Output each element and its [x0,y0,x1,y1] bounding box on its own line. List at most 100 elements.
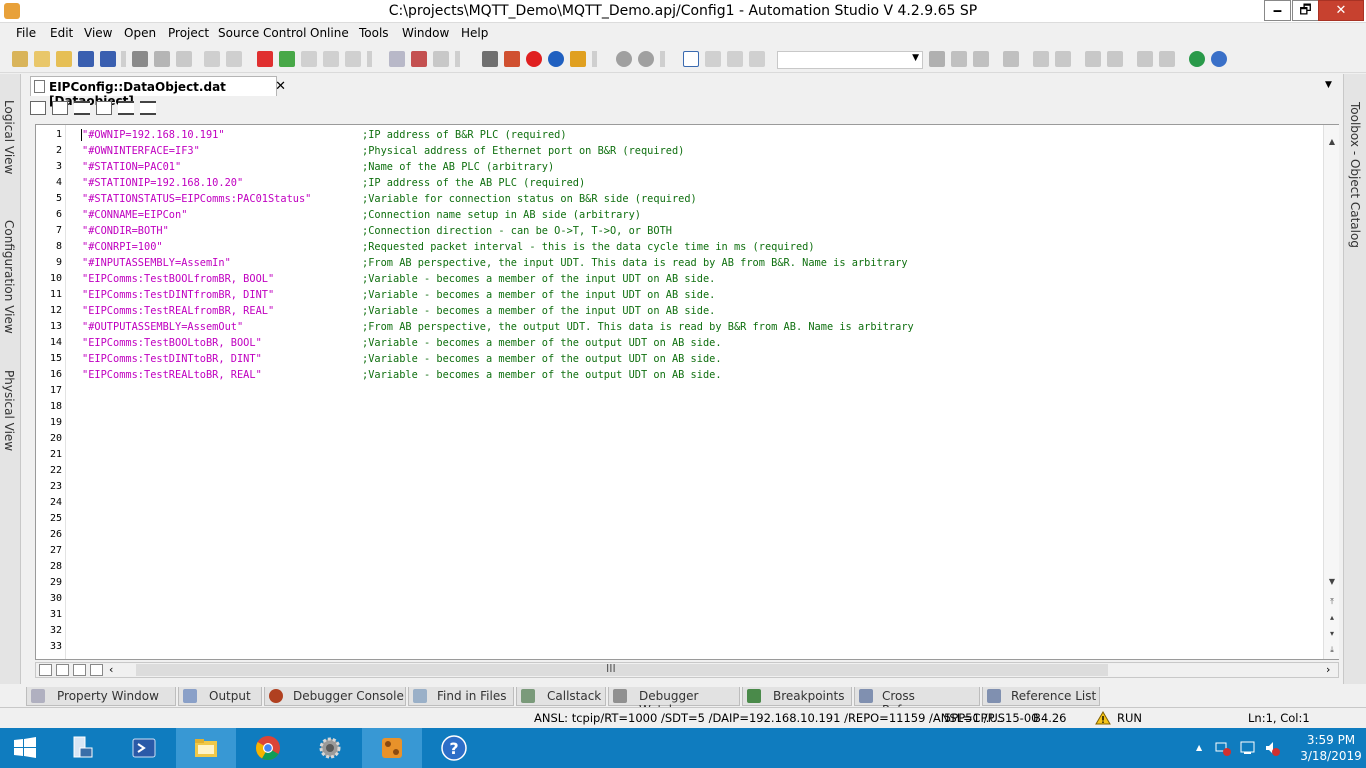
menu-project[interactable]: Project [168,26,209,40]
code-line[interactable]: "#INPUTASSEMBLY=AssemIn" ;From AB perspec… [82,255,1322,271]
view-mode-3-icon[interactable] [73,664,86,676]
code-line[interactable]: "#STATION=PAC01" ;Name of the AB PLC (arb… [82,159,1322,175]
window-icon[interactable] [683,51,699,67]
scroll-up-icon[interactable]: ▲ [1325,135,1339,149]
save-icon[interactable] [78,51,94,67]
horizontal-scroll-thumb[interactable] [136,664,1108,676]
menu-file[interactable]: File [16,26,36,40]
volume-icon[interactable] [1264,740,1280,756]
stop-icon[interactable] [526,51,542,67]
code-line[interactable]: "#OWNIP=192.168.10.191" ;IP address of B&… [82,127,1322,143]
code-line[interactable]: "#STATIONIP=192.168.10.20" ;IP address of… [82,175,1322,191]
sort-down-icon[interactable] [1033,51,1049,67]
menu-view[interactable]: View [84,26,112,40]
grid-icon[interactable] [389,51,405,67]
code-line[interactable]: "EIPComms:TestDINTfromBR, DINT" ;Variable… [82,287,1322,303]
comment-icon[interactable] [727,51,743,67]
scroll-bottom-icon[interactable]: ⤓ [1325,643,1339,657]
redo-icon[interactable] [226,51,242,67]
transfer-icon[interactable] [411,51,427,67]
close-button[interactable]: ✕ [1318,0,1364,21]
page-up-icon[interactable]: ▴ [1325,611,1339,625]
system-clock[interactable]: 3:59 PM 3/18/2019 [1296,732,1366,764]
find-next-icon[interactable] [951,51,967,67]
code-line[interactable]: "#CONDIR=BOTH" ;Connection direction - ca… [82,223,1322,239]
taskbar-file-manager[interactable] [52,728,112,768]
code-lines[interactable]: "#OWNIP=192.168.10.191" ;IP address of B&… [82,127,1322,383]
code-line[interactable]: "#OWNINTERFACE=IF3" ;Physical address of … [82,143,1322,159]
scroll-top-icon[interactable]: ⤒ [1325,595,1339,609]
traffic-light-icon[interactable] [570,51,586,67]
taskbar-powershell[interactable] [114,728,174,768]
monitor-icon[interactable] [482,51,498,67]
start-button[interactable] [0,728,52,768]
menu-source-control[interactable]: Source Control [218,26,306,40]
taskbar-help[interactable]: ? [424,728,484,768]
scroll-right-icon[interactable]: › [1326,663,1330,676]
arrow-up-icon[interactable] [1085,51,1101,67]
page-down-icon[interactable]: ▾ [1325,627,1339,641]
menu-help[interactable]: Help [461,26,488,40]
delete-icon[interactable] [257,51,273,67]
chevron-down-icon[interactable]: ▼ [912,53,919,63]
tab-cross-reference[interactable]: Cross Reference [854,687,980,717]
tab-callstack[interactable]: Callstack [516,687,606,706]
globe-icon[interactable] [1189,51,1205,67]
tab-reference-list[interactable]: Reference List [982,687,1100,706]
outdent-lines-icon[interactable] [140,101,156,115]
open-folder-icon[interactable] [56,51,72,67]
taskbar-chrome[interactable] [238,728,298,768]
action-center-icon[interactable] [1240,740,1256,756]
view-mode-2-icon[interactable] [56,664,69,676]
code-line[interactable]: "EIPComms:TestREALfromBR, REAL" ;Variable… [82,303,1322,319]
outdent-icon[interactable] [1159,51,1175,67]
chat-icon[interactable] [749,51,765,67]
logical-view-tab[interactable]: Logical View [2,100,16,174]
code-line[interactable]: "#CONNAME=EIPCon" ;Connection name setup … [82,207,1322,223]
menu-online[interactable]: Online [310,26,349,40]
find-icon[interactable] [929,51,945,67]
tab-debugger-watch[interactable]: Debugger Watch [608,687,740,717]
align-icon[interactable] [74,101,90,115]
sort-up-icon[interactable] [1055,51,1071,67]
code-line[interactable]: "#STATIONSTATUS=EIPComms:PAC01Status" ;Va… [82,191,1322,207]
copy-icon[interactable] [154,51,170,67]
code-line[interactable]: "EIPComms:TestBOOLtoBR, BOOL" ;Variable -… [82,335,1322,351]
scroll-down-icon[interactable]: ▼ [1325,575,1339,589]
replace-icon[interactable] [1003,51,1019,67]
arrow-down-icon[interactable] [1107,51,1123,67]
debug-settings-icon[interactable] [638,51,654,67]
find-previous-icon[interactable] [973,51,989,67]
network-icon[interactable] [1215,740,1231,756]
build-icon[interactable] [323,51,339,67]
format-icon[interactable] [96,101,112,115]
online-icon[interactable] [504,51,520,67]
indent-icon[interactable] [1137,51,1153,67]
open-project-icon[interactable] [34,51,50,67]
tab-find-in-files[interactable]: Find in Files [408,687,514,706]
menu-window[interactable]: Window [402,26,449,40]
toolbox-object-catalog-tab[interactable]: Toolbox - Object Catalog [1348,102,1362,248]
taskbar-automation-studio[interactable] [362,728,422,768]
code-line[interactable]: "#CONRPI=100" ;Requested packet interval … [82,239,1322,255]
tab-list-chevron-icon[interactable]: ▼ [1325,80,1332,90]
code-line[interactable]: "EIPComms:TestBOOLfromBR, BOOL" ;Variable… [82,271,1322,287]
code-editor[interactable]: 1 2 3 4 5 6 7 8 9 10 11 12 13 14 15 16 17 18 19 20 21 22 23 24 2… [35,124,1339,660]
save-all-icon[interactable] [100,51,116,67]
taskbar-file-explorer[interactable] [176,728,236,768]
taskbar-settings[interactable] [300,728,360,768]
rebuild-icon[interactable] [345,51,361,67]
view-mode-1-icon[interactable] [39,664,52,676]
debug-icon[interactable] [616,51,632,67]
scroll-left-icon[interactable]: ‹ [109,663,113,676]
physical-view-tab[interactable]: Physical View [2,370,16,451]
document-tab[interactable]: EIPConfig::DataObject.dat [Dataobject] ✕ [30,76,286,108]
tab-debugger-console[interactable]: Debugger Console [264,687,406,706]
undo-icon[interactable] [204,51,220,67]
message-icon[interactable] [705,51,721,67]
code-line[interactable]: "EIPComms:TestDINTtoBR, DINT" ;Variable -… [82,351,1322,367]
tab-output[interactable]: Output [178,687,262,706]
cut-icon[interactable] [132,51,148,67]
new-project-icon[interactable] [12,51,28,67]
paste-icon[interactable] [176,51,192,67]
